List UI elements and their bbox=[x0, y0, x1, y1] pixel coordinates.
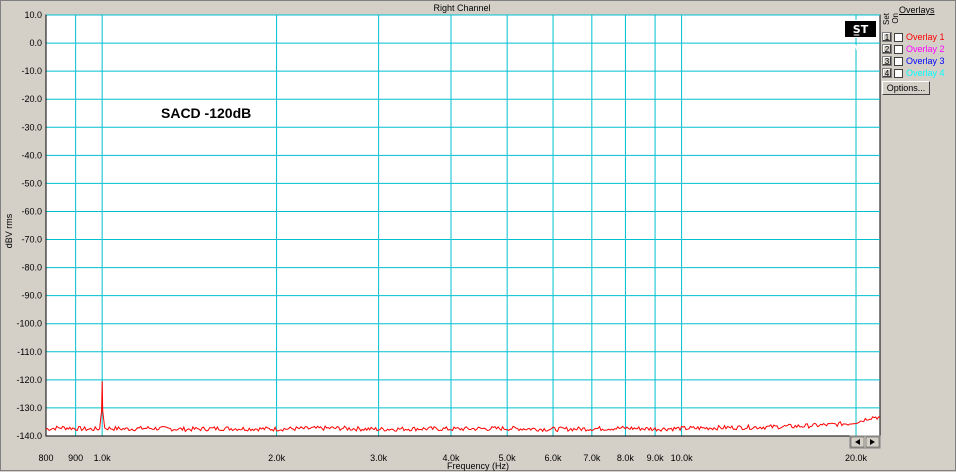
horizontal-scrollbar[interactable] bbox=[850, 436, 880, 448]
y-tick-label: -120.0 bbox=[16, 375, 42, 385]
x-tick-label: 20.0k bbox=[845, 453, 868, 463]
set-column-label: Set bbox=[882, 13, 891, 25]
x-axis-label: Frequency (Hz) bbox=[447, 461, 509, 471]
y-axis-label: dBV rms bbox=[4, 213, 14, 248]
annotation-text: SACD -120dB bbox=[161, 105, 251, 121]
plot-area[interactable] bbox=[46, 15, 880, 436]
x-tick-label: 6.0k bbox=[545, 453, 563, 463]
y-tick-label: -30.0 bbox=[21, 122, 42, 132]
x-tick-label: 3.0k bbox=[370, 453, 388, 463]
overlays-header[interactable]: Overlays bbox=[899, 5, 935, 15]
overlay-set-button[interactable]: 4 bbox=[882, 68, 892, 78]
x-tick-label: 9.0k bbox=[647, 453, 665, 463]
y-tick-label: 10.0 bbox=[24, 10, 42, 20]
x-tick-label: 10.0k bbox=[671, 453, 694, 463]
ap-logo-icon[interactable]: S̲T ∿▽ bbox=[844, 20, 877, 38]
overlay-set-button[interactable]: 2 bbox=[882, 44, 892, 54]
options-button[interactable]: Options... bbox=[882, 81, 930, 95]
y-tick-label: -60.0 bbox=[21, 206, 42, 216]
analyzer-window: Right Channel 8009001.0k2.0k3.0k4.0k5.0k… bbox=[0, 0, 956, 471]
overlay-label: Overlay 2 bbox=[906, 44, 945, 54]
y-tick-label: 0.0 bbox=[29, 38, 42, 48]
y-tick-label: -110.0 bbox=[17, 347, 42, 357]
overlay-label: Overlay 4 bbox=[906, 68, 945, 78]
y-tick-label: -70.0 bbox=[21, 235, 42, 245]
chart-title: Right Channel bbox=[433, 3, 490, 13]
x-tick-label: 8.0k bbox=[617, 453, 635, 463]
y-tick-label: -80.0 bbox=[21, 263, 42, 273]
y-tick-label: -40.0 bbox=[21, 150, 42, 160]
y-tick-label: -100.0 bbox=[16, 319, 42, 329]
overlay-row: 4 Overlay 4 bbox=[882, 67, 945, 79]
y-tick-label: -90.0 bbox=[21, 291, 42, 301]
overlay-on-checkbox[interactable] bbox=[894, 45, 903, 54]
overlay-set-button[interactable]: 1 bbox=[882, 32, 892, 42]
x-tick-label: 1.0k bbox=[94, 453, 112, 463]
on-column-label: On bbox=[891, 13, 900, 24]
x-tick-label: 900 bbox=[68, 453, 83, 463]
x-tick-label: 800 bbox=[38, 453, 53, 463]
overlay-row: 3 Overlay 3 bbox=[882, 55, 945, 67]
overlay-label: Overlay 3 bbox=[906, 56, 945, 66]
y-tick-label: -20.0 bbox=[21, 94, 42, 104]
overlay-label: Overlay 1 bbox=[906, 32, 945, 42]
y-tick-label: -10.0 bbox=[21, 66, 42, 76]
y-tick-label: -140.0 bbox=[16, 431, 42, 441]
overlay-row: 1 Overlay 1 bbox=[882, 31, 945, 43]
overlay-on-checkbox[interactable] bbox=[894, 69, 903, 78]
x-tick-label: 7.0k bbox=[583, 453, 601, 463]
overlay-on-checkbox[interactable] bbox=[894, 33, 903, 42]
y-tick-label: -130.0 bbox=[16, 403, 42, 413]
overlay-on-checkbox[interactable] bbox=[894, 57, 903, 66]
overlay-row: 2 Overlay 2 bbox=[882, 43, 945, 55]
y-tick-label: -50.0 bbox=[21, 178, 42, 188]
overlay-set-button[interactable]: 3 bbox=[882, 56, 892, 66]
frequency-response-chart: Right Channel 8009001.0k2.0k3.0k4.0k5.0k… bbox=[1, 1, 956, 472]
overlay-panel: Overlays Set On 1 Overlay 1 2 Overlay 2 3 Ove… bbox=[882, 5, 956, 105]
x-tick-label: 2.0k bbox=[268, 453, 286, 463]
